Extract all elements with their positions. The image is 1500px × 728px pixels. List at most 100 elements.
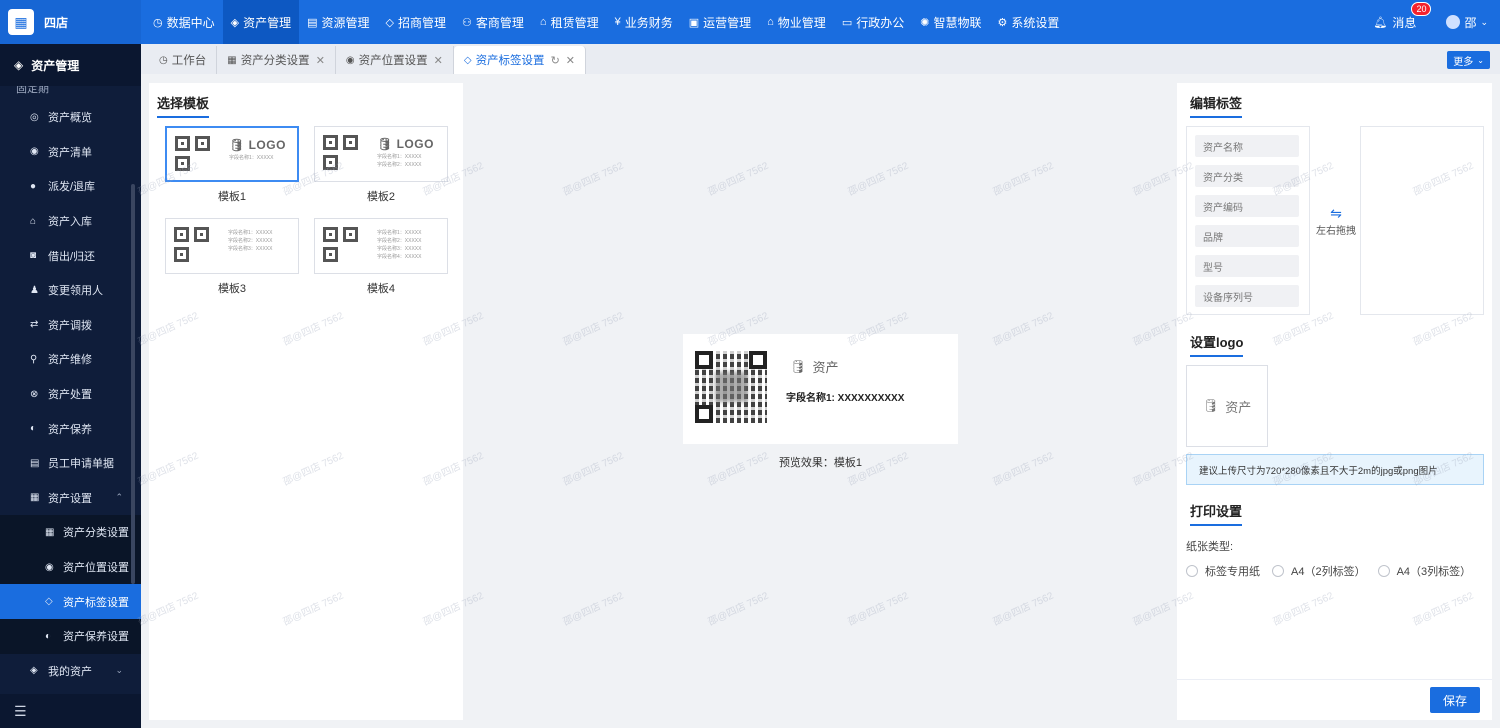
tab-label: 资产位置设置 (358, 55, 428, 67)
logo-upload[interactable]: 🛢︎ 资产 (1186, 365, 1268, 447)
cube-icon: ◈ (30, 665, 38, 677)
preview-caption: 预览效果：模板1 (778, 457, 863, 469)
nav-item[interactable]: ▤ 资源管理 (299, 0, 377, 44)
sidebar-item[interactable]: ◐ 资产保养 (0, 411, 141, 446)
dispose-icon: ⊗ (30, 388, 39, 400)
tab[interactable]: ▦ 资产分类设置 ✕ (217, 46, 336, 74)
template-card[interactable]: 🛢︎ LOGO 字段名称1：XXXXX 字段名称2：XXXXX (314, 126, 448, 182)
template-item[interactable]: 字段名称1：XXXXX 字段名称2：XXXXX 字段名称3：XXXXX 字段名称4：X… (314, 218, 448, 296)
radio-circle[interactable] (1377, 565, 1390, 577)
nav-item[interactable]: ◇ 招商管理 (378, 0, 454, 44)
template-label: 模板2 (366, 191, 396, 203)
sidebar-item-label: 资产维修 (48, 354, 92, 367)
sidebar-item[interactable]: ⚲ 资产维修 (0, 342, 141, 377)
template-item[interactable]: 字段名称1：XXXXX 字段名称2：XXXXX 字段名称3：XXXXX 模板3 (165, 218, 299, 296)
tab[interactable]: ◉ 资产位置设置 ✕ (336, 46, 454, 74)
paper-type-label: 纸张类型: (1186, 541, 1234, 553)
paper-option-label: 标签专用纸 (1205, 566, 1260, 578)
sidebar-item[interactable]: ♟ 变更领用人 (0, 272, 141, 308)
field-chip[interactable]: 资产编码 (1195, 195, 1299, 217)
template-section-title: 选择模板 (157, 93, 210, 118)
template-item[interactable]: 🛢︎ LOGO 字段名称1：XXXXX 字段名称2：XXXXX 模板2 (314, 126, 448, 204)
user-menu[interactable]: 邵 ⌄ (1446, 14, 1488, 31)
upload-hint: 建议上传尺寸为720*280像素且不大于2m的jpg或png图片 (1186, 454, 1484, 485)
messages-label: 消息 (1392, 15, 1417, 30)
brand[interactable]: ▦ 四店 (0, 0, 141, 44)
template-card[interactable]: 🛢︎ LOGO 字段名称1：XXXXX (165, 126, 299, 182)
nav-item[interactable]: ◷ 数据中心 (145, 0, 223, 44)
chevron-up-icon: ⌃ (115, 492, 123, 503)
field-chip[interactable]: 型号 (1195, 255, 1299, 277)
sidebar-item[interactable]: ◎ 资产概览 (0, 100, 141, 135)
collapse-menu-button[interactable]: ☰ (0, 694, 141, 728)
nav-item[interactable]: ⚙ 系统设置 (989, 0, 1067, 44)
messages-button[interactable]: 🔔︎ 消息 20 (1373, 1, 1432, 31)
sidebar-item[interactable]: ◈ 我的资产 ⌄ (0, 653, 141, 689)
close-icon[interactable]: ✕ (434, 54, 443, 67)
nav-item[interactable]: ▭ 行政办公 (834, 0, 912, 44)
sidebar-item-label: 资产清单 (48, 146, 92, 159)
tag-icon: ◇ (45, 596, 53, 608)
nav-item[interactable]: ¥ 业务财务 (607, 0, 681, 44)
field-chip[interactable]: 设备序列号 (1195, 285, 1299, 307)
paper-option[interactable]: A4（2列标签） (1272, 563, 1366, 579)
sidebar-item[interactable]: ▦ 资产设置 ⌃ (0, 480, 141, 516)
maintain-icon: ◐ (45, 630, 52, 642)
close-icon[interactable]: ✕ (316, 54, 325, 67)
radio-circle[interactable] (1272, 565, 1284, 577)
sidebar-item[interactable]: ▤ 员工申请单据 (0, 445, 141, 481)
nav-item[interactable]: ◈ 资产管理 (222, 0, 300, 44)
template-card[interactable]: 字段名称1：XXXXX 字段名称2：XXXXX 字段名称3：XXXXX 字段名称4：X… (314, 218, 448, 274)
save-button[interactable]: 保存 (1430, 687, 1480, 713)
sidebar-scrollbar[interactable] (131, 184, 135, 584)
close-icon[interactable]: ✕ (566, 54, 575, 67)
sidebar-item[interactable]: ● 派发/退库 (0, 169, 141, 204)
nav-item-label: 业务财务 (624, 15, 673, 30)
sidebar-item[interactable]: ◙ 借出/归还 (0, 238, 141, 273)
nav-item[interactable]: ▣ 运营管理 (681, 0, 759, 44)
chevron-down-icon: ⌄ (1480, 16, 1488, 27)
sidebar-item[interactable]: ⌂ 资产入库 (0, 203, 141, 239)
nav-item-label: 招商管理 (398, 15, 447, 30)
field-chip[interactable]: 资产分类 (1195, 165, 1299, 187)
sidebar-item[interactable]: ◉ 资产清单 (0, 134, 141, 170)
nav-item[interactable]: ⚇ 客商管理 (454, 0, 532, 44)
nav-item-label: 资产管理 (243, 15, 292, 30)
template-field-line: 字段名称1：XXXXX (228, 230, 273, 236)
sidebar-item[interactable]: ◐ 资产保养设置 (0, 618, 141, 654)
qr-center (715, 372, 747, 402)
sidebar-item-partial[interactable]: 固定期 (0, 86, 141, 100)
radio-circle[interactable] (1186, 565, 1198, 577)
template-fields: 字段名称1：XXXXX 字段名称2：XXXXX 字段名称3：XXXXX 字段名称4：X… (377, 229, 421, 261)
field-chip[interactable]: 品牌 (1195, 225, 1299, 247)
preview-logo-text: 资产 (812, 360, 839, 375)
paper-option-label: A4（3列标签） (1396, 566, 1472, 578)
nav-item[interactable]: ⌂ 物业管理 (759, 0, 834, 44)
paper-option[interactable]: A4（3列标签） (1377, 563, 1472, 579)
template-card[interactable]: 字段名称1：XXXXX 字段名称2：XXXXX 字段名称3：XXXXX (165, 218, 299, 274)
sidebar-item[interactable]: ▦ 资产分类设置 (0, 515, 141, 550)
selected-fields[interactable] (1360, 126, 1484, 315)
sidebar-item-label: 资产调拨 (48, 319, 92, 332)
refresh-icon[interactable]: ↻ (551, 54, 560, 67)
more-button[interactable]: 更多 ⌄ (1447, 51, 1490, 69)
tab[interactable]: ◇ 资产标签设置 ↻ ✕ (453, 46, 586, 74)
template-label: 模板1 (217, 191, 247, 203)
tab[interactable]: ◷ 工作台 (149, 46, 218, 74)
nav-item-label: 系统设置 (1011, 15, 1060, 30)
sidebar-item-label: 资产入库 (48, 216, 92, 229)
sidebar-item[interactable]: ◇ 资产标签设置 (0, 584, 141, 619)
nav-item[interactable]: ✺ 智慧物联 (912, 0, 989, 44)
field-chip[interactable]: 资产名称 (1195, 135, 1299, 157)
sidebar-item[interactable]: ◉ 资产位置设置 (0, 549, 141, 585)
sidebar-item[interactable]: ⇄ 资产调拨 (0, 307, 141, 343)
nav-right: 🔔︎ 消息 20 邵 ⌄ (1373, 0, 1488, 44)
sidebar-item-label: 变更领用人 (48, 285, 103, 298)
template-item[interactable]: 🛢︎ LOGO 字段名称1：XXXXX 模板1 (165, 126, 299, 204)
sidebar-item-label: 资产处置 (48, 389, 92, 402)
paper-option[interactable]: 标签专用纸 (1186, 563, 1260, 579)
nav-item[interactable]: ⌂ 租赁管理 (532, 0, 607, 44)
ops-icon: ▣ (688, 16, 700, 29)
qr-finder (695, 351, 713, 369)
sidebar-item[interactable]: ⊗ 资产处置 (0, 376, 141, 412)
